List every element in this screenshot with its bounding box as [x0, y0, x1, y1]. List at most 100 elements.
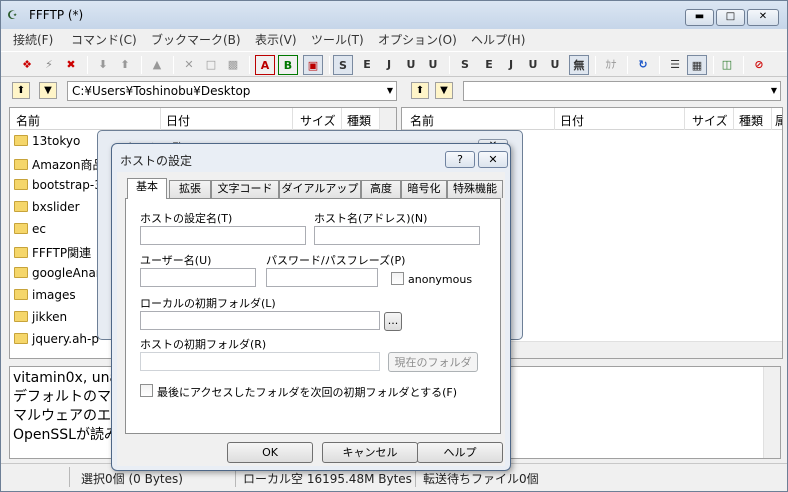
- list-item[interactable]: Amazon商品: [14, 156, 105, 178]
- connect-icon[interactable]: ❖: [17, 55, 37, 75]
- col-size[interactable]: サイズ: [692, 112, 728, 129]
- list-item[interactable]: ec: [14, 222, 46, 244]
- password-field[interactable]: [266, 268, 378, 287]
- current-folder-button[interactable]: 現在のフォルダ: [388, 352, 478, 372]
- remote-utf8bom-icon[interactable]: U: [423, 55, 443, 75]
- menu-bookmark[interactable]: ブックマーク(B): [151, 31, 241, 48]
- col-name[interactable]: 名前: [16, 112, 40, 129]
- menu-view[interactable]: 表示(V): [255, 31, 297, 48]
- user-name-field[interactable]: [140, 268, 256, 287]
- host-setting-name-field[interactable]: [140, 226, 306, 245]
- no-conversion-icon[interactable]: 無: [569, 55, 589, 75]
- local-utf8bom-icon[interactable]: U: [545, 55, 565, 75]
- remote-open-folder-icon[interactable]: ▼: [435, 82, 453, 99]
- help-button[interactable]: ヘルプ: [417, 442, 503, 463]
- remote-path-combo[interactable]: ▼: [463, 81, 781, 101]
- toolbar-separator: [713, 56, 714, 74]
- tab-charset[interactable]: 文字コード: [211, 180, 279, 198]
- local-path-combo[interactable]: C:¥Users¥Toshinobu¥Desktop ▼: [67, 81, 397, 101]
- tab-special[interactable]: 特殊機能: [447, 180, 503, 198]
- password-label: パスワード/パスフレーズ(P): [266, 254, 406, 267]
- list-item[interactable]: FFFTP関連: [14, 244, 91, 266]
- download-icon[interactable]: ⬇: [93, 55, 113, 75]
- col-size[interactable]: サイズ: [300, 112, 336, 129]
- upload-icon[interactable]: ⬆: [115, 55, 135, 75]
- list-item[interactable]: jquery.ah-p: [14, 332, 99, 354]
- local-folder-field[interactable]: [140, 311, 380, 330]
- mirror-upload-icon[interactable]: ▲: [147, 55, 167, 75]
- remote-jis-icon[interactable]: J: [379, 55, 399, 75]
- toolbar-separator: [743, 56, 744, 74]
- disconnect-icon[interactable]: ✖: [61, 55, 81, 75]
- rename-icon[interactable]: □: [201, 55, 221, 75]
- toolbar-separator: [449, 56, 450, 74]
- list-item[interactable]: 13tokyo: [14, 134, 80, 156]
- local-euc-icon[interactable]: E: [479, 55, 499, 75]
- ok-button[interactable]: OK: [227, 442, 313, 463]
- local-sjis-icon[interactable]: S: [455, 55, 475, 75]
- menu-command[interactable]: コマンド(C): [71, 31, 137, 48]
- list-item[interactable]: images: [14, 288, 76, 310]
- col-date[interactable]: 日付: [166, 112, 190, 129]
- col-attr[interactable]: 属: [775, 112, 782, 129]
- help-question-button[interactable]: ?: [445, 151, 475, 168]
- list-item[interactable]: bxslider: [14, 200, 80, 222]
- menu-tools[interactable]: ツール(T): [311, 31, 364, 48]
- toolbar: ❖ ⚡ ✖ ⬇ ⬆ ▲ ✕ □ ▩ A B ▣ S E J U U S E J …: [1, 51, 787, 77]
- remote-up-folder-icon[interactable]: ⬆: [411, 82, 429, 99]
- list-item[interactable]: bootstrap-3: [14, 178, 102, 200]
- last-folder-checkbox[interactable]: [140, 384, 153, 397]
- dialog-close-button[interactable]: ✕: [478, 151, 508, 168]
- col-type[interactable]: 種類: [739, 112, 763, 129]
- menu-help[interactable]: ヘルプ(H): [471, 31, 525, 48]
- local-up-folder-icon[interactable]: ⬆: [12, 82, 30, 99]
- remote-euc-icon[interactable]: E: [357, 55, 377, 75]
- col-date[interactable]: 日付: [560, 112, 584, 129]
- host-name-field[interactable]: [314, 226, 480, 245]
- col-name[interactable]: 名前: [410, 112, 434, 129]
- tab-basic[interactable]: 基本: [127, 178, 167, 199]
- tab-extended[interactable]: 拡張: [169, 180, 211, 198]
- local-open-folder-icon[interactable]: ▼: [39, 82, 57, 99]
- host-folder-field[interactable]: [140, 352, 380, 371]
- delete-icon[interactable]: ✕: [179, 55, 199, 75]
- ascii-mode-icon[interactable]: A: [255, 55, 275, 75]
- list-item[interactable]: googleAnar: [14, 266, 101, 288]
- auto-mode-icon[interactable]: ▣: [303, 55, 323, 75]
- tab-dialup[interactable]: ダイアルアップ: [279, 180, 361, 198]
- remote-sjis-icon[interactable]: S: [333, 55, 353, 75]
- mkdir-icon[interactable]: ▩: [223, 55, 243, 75]
- binary-mode-icon[interactable]: B: [278, 55, 298, 75]
- quick-connect-icon[interactable]: ⚡: [39, 55, 59, 75]
- sync-folder-icon[interactable]: ◫: [717, 55, 737, 75]
- toolbar-separator: [659, 56, 660, 74]
- close-window-button[interactable]: ✕: [747, 9, 779, 26]
- menu-options[interactable]: オプション(O): [378, 31, 457, 48]
- local-jis-icon[interactable]: J: [501, 55, 521, 75]
- remote-utf8-icon[interactable]: U: [401, 55, 421, 75]
- tab-encryption[interactable]: 暗号化: [401, 180, 447, 198]
- folder-icon: [14, 201, 28, 212]
- list-item[interactable]: jikken: [14, 310, 67, 332]
- user-name-label: ユーザー名(U): [140, 254, 212, 267]
- stop-icon[interactable]: ⊘: [749, 55, 769, 75]
- kana-convert-icon[interactable]: ｶﾅ: [601, 55, 621, 75]
- list-view-icon[interactable]: ☰: [665, 55, 685, 75]
- refresh-icon[interactable]: ↻: [633, 55, 653, 75]
- browse-button[interactable]: ...: [384, 312, 402, 331]
- window-title: FFFTP (*): [29, 8, 84, 22]
- last-folder-label: 最後にアクセスしたフォルダを次回の初期フォルダとする(F): [157, 386, 458, 399]
- minimize-button[interactable]: ▬: [685, 9, 714, 26]
- tab-advanced[interactable]: 高度: [361, 180, 401, 198]
- folder-icon: [14, 311, 28, 322]
- cancel-button[interactable]: キャンセル: [322, 442, 418, 463]
- local-utf8-icon[interactable]: U: [523, 55, 543, 75]
- folder-icon: [14, 247, 28, 258]
- detail-view-icon[interactable]: ▦: [687, 55, 707, 75]
- maximize-button[interactable]: □: [716, 9, 745, 26]
- log-vertical-scrollbar[interactable]: [763, 367, 780, 458]
- anonymous-checkbox[interactable]: [391, 272, 404, 285]
- menu-connect[interactable]: 接続(F): [13, 31, 53, 48]
- col-type[interactable]: 種類: [347, 112, 371, 129]
- toolbar-separator: [141, 56, 142, 74]
